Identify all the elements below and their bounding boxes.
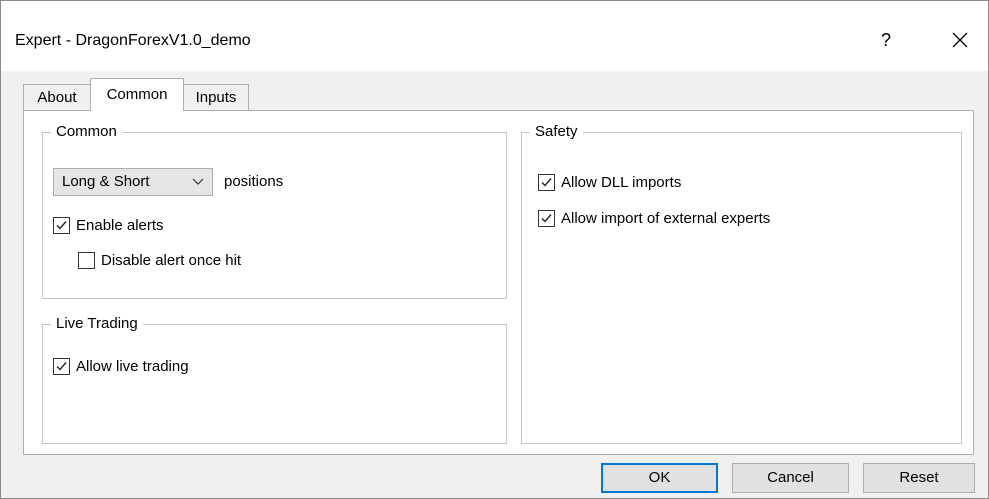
ok-button[interactable]: OK [601,463,718,493]
allow-external-experts-label: Allow import of external experts [561,210,771,227]
checkmark-icon [541,214,552,223]
enable-alerts-label: Enable alerts [76,217,164,234]
positions-select-value: Long & Short [62,173,150,190]
allow-live-trading-label: Allow live trading [76,358,189,375]
disable-alert-label: Disable alert once hit [101,252,242,269]
safety-group: Safety Allow DLL imports Allow import of… [521,123,962,444]
tab-about[interactable]: About [23,84,91,110]
close-icon [952,32,968,48]
allow-live-trading-checkbox[interactable] [53,358,70,375]
safety-group-title: Safety [530,123,583,141]
tab-panel-common: Common Long & Short positions Enable ale… [23,110,974,455]
close-button[interactable] [945,25,975,55]
chevron-down-icon [192,178,204,185]
common-group: Common Long & Short positions Enable ale… [42,123,507,299]
tab-inputs[interactable]: Inputs [183,84,249,110]
allow-external-experts-checkbox[interactable] [538,210,555,227]
tab-common[interactable]: Common [90,78,184,111]
cancel-button[interactable]: Cancel [732,463,849,493]
positions-label: positions [224,173,284,190]
checkmark-icon [541,178,552,187]
window-title: Expert - DragonForexV1.0_demo [15,32,251,49]
help-button[interactable]: ? [873,25,899,55]
reset-button[interactable]: Reset [863,463,975,493]
expert-dialog: Expert - DragonForexV1.0_demo ? About Co… [0,0,989,499]
live-trading-group-title: Live Trading [51,315,143,333]
common-group-title: Common [51,123,122,141]
positions-select[interactable]: Long & Short [53,168,213,196]
allow-dll-imports-label: Allow DLL imports [561,174,682,191]
title-bar[interactable]: Expert - DragonForexV1.0_demo ? [1,1,988,71]
checkmark-icon [56,221,67,230]
checkmark-icon [56,362,67,371]
allow-dll-imports-checkbox[interactable] [538,174,555,191]
enable-alerts-checkbox[interactable] [53,217,70,234]
disable-alert-checkbox[interactable] [78,252,95,269]
live-trading-group: Live Trading Allow live trading [42,315,507,444]
